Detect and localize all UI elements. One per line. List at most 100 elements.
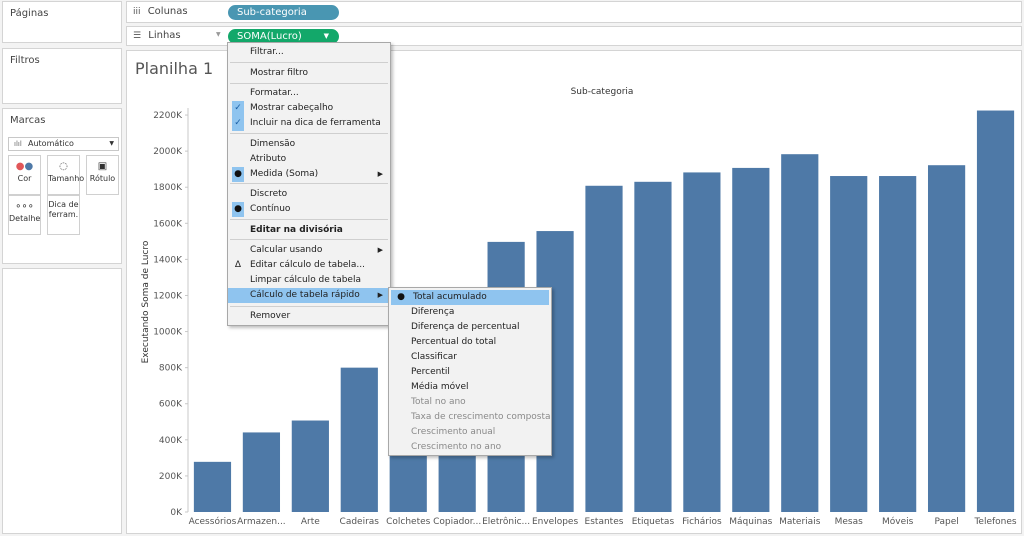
menu-item-label: Incluir na dica de ferramenta xyxy=(250,118,381,128)
menu-item-label: Limpar cálculo de tabela xyxy=(250,275,361,285)
x-tick-label: Acessórios xyxy=(189,516,237,527)
bar-10[interactable] xyxy=(634,181,672,512)
x-tick-label: Eletrônic... xyxy=(482,516,530,527)
menu-separator xyxy=(230,83,388,84)
calc-item-percent-of-total[interactable]: Percentual do total xyxy=(389,335,551,350)
calc-item-percentile[interactable]: Percentil xyxy=(389,365,551,380)
menu-item-discrete[interactable]: Discreto xyxy=(228,187,390,202)
y-tick-label: 0K xyxy=(170,508,183,518)
menu-item-remove[interactable]: Remover xyxy=(228,309,390,324)
checkmark-icon: ✓ xyxy=(232,116,244,131)
menu-item-label: Mostrar cabeçalho xyxy=(250,103,334,113)
menu-item-include-tooltip[interactable]: ✓ Incluir na dica de ferramenta xyxy=(228,116,390,131)
y-tick-label: 1000K xyxy=(153,328,183,338)
x-tick-label: Estantes xyxy=(585,517,624,527)
menu-separator xyxy=(230,133,388,134)
menu-item-label: Atributo xyxy=(250,154,287,164)
y-tick-label: 2200K xyxy=(153,111,183,121)
bar-1[interactable] xyxy=(193,461,232,512)
menu-item-dimension[interactable]: Dimensão xyxy=(228,137,390,152)
pill-context-menu: Filtrar... Mostrar filtro Formatar... ✓ M… xyxy=(227,42,391,326)
menu-item-clear-table-calc[interactable]: Limpar cálculo de tabela xyxy=(228,273,390,288)
x-tick-label: Arte xyxy=(301,517,320,527)
calc-item-percent-difference[interactable]: Diferença de percentual xyxy=(389,320,551,335)
menu-item-edit-in-shelf[interactable]: Editar na divisória xyxy=(228,223,390,238)
menu-separator xyxy=(230,62,388,63)
menu-item-label: Editar na divisória xyxy=(250,225,343,235)
menu-item-edit-table-calc[interactable]: Δ Editar cálculo de tabela... xyxy=(228,258,390,273)
menu-item-label: Cálculo de tabela rápido xyxy=(250,290,360,300)
menu-item-measure[interactable]: ● Medida (Soma) ▶ xyxy=(228,167,390,182)
menu-item-filter[interactable]: Filtrar... xyxy=(228,45,390,60)
calc-item-difference[interactable]: Diferença xyxy=(389,305,551,320)
bar-15[interactable] xyxy=(879,176,917,512)
y-tick-label: 1600K xyxy=(153,219,183,229)
calc-item-ytd-total: Total no ano xyxy=(389,395,551,410)
x-tick-label: Móveis xyxy=(882,516,914,527)
calc-item-year-over-year: Crescimento anual xyxy=(389,425,551,440)
x-tick-label: Máquinas xyxy=(729,517,772,527)
menu-item-show-filter[interactable]: Mostrar filtro xyxy=(228,66,390,81)
x-tick-label: Envelopes xyxy=(532,517,579,527)
bar-12[interactable] xyxy=(732,167,770,512)
menu-separator xyxy=(230,239,388,240)
bullet-icon: ● xyxy=(232,167,244,182)
quick-table-calc-submenu: ● Total acumulado Diferença Diferença de … xyxy=(388,287,552,456)
calc-item-compound-growth: Taxa de crescimento composta xyxy=(389,410,551,425)
calc-item-label: Total acumulado xyxy=(413,292,487,302)
menu-item-label: Discreto xyxy=(250,189,288,199)
column-header-title: Sub-categoria xyxy=(571,87,634,97)
bar-14[interactable] xyxy=(830,176,868,512)
bar-17[interactable] xyxy=(976,110,1015,513)
x-tick-label: Copiador... xyxy=(433,517,481,527)
calc-item-rank[interactable]: Classificar xyxy=(389,350,551,365)
menu-item-label: Medida (Soma) xyxy=(250,169,319,179)
menu-item-label: Calcular usando xyxy=(250,245,323,255)
calc-item-ytd-growth: Crescimento no ano xyxy=(389,440,551,455)
calc-item-label: Classificar xyxy=(411,352,458,362)
y-tick-label: 600K xyxy=(159,400,183,410)
menu-item-label: Editar cálculo de tabela... xyxy=(250,260,365,270)
menu-item-continuous[interactable]: ● Contínuo xyxy=(228,202,390,217)
bar-2[interactable] xyxy=(242,432,281,512)
x-tick-label: Telefones xyxy=(973,517,1016,527)
menu-item-quick-table-calc[interactable]: Cálculo de tabela rápido ▶ xyxy=(228,288,390,303)
menu-item-compute-using[interactable]: Calcular usando ▶ xyxy=(228,243,390,258)
calc-item-label: Percentual do total xyxy=(411,337,497,347)
y-tick-label: 200K xyxy=(159,472,183,482)
calc-item-label: Média móvel xyxy=(411,382,469,392)
bullet-icon: ● xyxy=(232,202,244,217)
y-tick-label: 400K xyxy=(159,436,183,446)
calc-item-running-total[interactable]: ● Total acumulado xyxy=(391,290,549,305)
menu-item-label: Filtrar... xyxy=(250,47,284,57)
bar-4[interactable] xyxy=(340,367,378,512)
x-tick-label: Cadeiras xyxy=(340,517,380,527)
bar-11[interactable] xyxy=(683,172,721,512)
menu-item-format[interactable]: Formatar... xyxy=(228,86,390,101)
menu-item-label: Remover xyxy=(250,311,291,321)
calc-item-label: Crescimento no ano xyxy=(411,442,502,452)
menu-separator xyxy=(230,219,388,220)
y-tick-label: 2000K xyxy=(153,147,183,157)
y-tick-label: 1400K xyxy=(153,255,183,265)
x-tick-label: Fichários xyxy=(682,517,722,527)
x-tick-label: Armazen... xyxy=(237,517,286,527)
menu-item-attribute[interactable]: Atributo xyxy=(228,152,390,167)
bar-3[interactable] xyxy=(291,420,329,512)
x-tick-label: Mesas xyxy=(835,517,864,527)
bar-13[interactable] xyxy=(781,154,819,513)
submenu-arrow-icon: ▶ xyxy=(377,291,383,299)
y-tick-label: 1200K xyxy=(153,291,183,301)
calc-item-moving-average[interactable]: Média móvel xyxy=(389,380,551,395)
x-tick-label: Colchetes xyxy=(386,517,431,527)
menu-item-label: Dimensão xyxy=(250,139,296,149)
menu-separator xyxy=(230,183,388,184)
calc-item-label: Diferença de percentual xyxy=(411,322,520,332)
delta-icon: Δ xyxy=(234,260,242,270)
calc-item-label: Crescimento anual xyxy=(411,427,496,437)
checkmark-icon: ✓ xyxy=(232,101,244,116)
calc-item-label: Percentil xyxy=(411,367,450,377)
bar-16[interactable] xyxy=(927,165,966,512)
bar-9[interactable] xyxy=(585,185,623,512)
menu-item-show-header[interactable]: ✓ Mostrar cabeçalho xyxy=(228,101,390,116)
